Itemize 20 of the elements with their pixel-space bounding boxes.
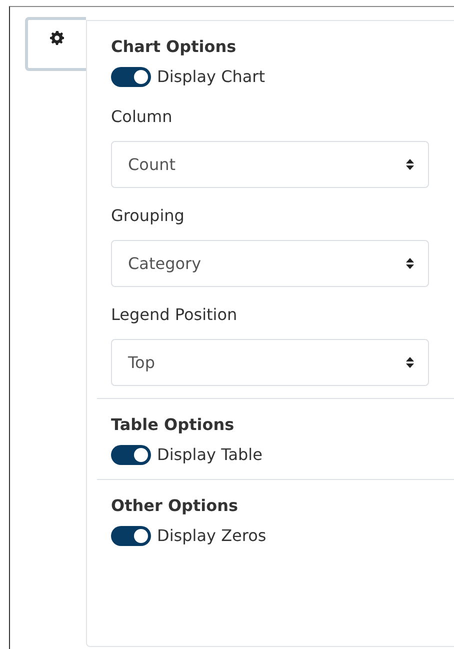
settings-button[interactable] [25,17,86,71]
settings-icon [49,30,65,46]
select-field[interactable]: Top [111,339,429,386]
field-label: Column [111,106,172,128]
sort-arrows-icon [406,258,414,269]
sort-arrows-icon [406,357,414,368]
toggle-label: Display Table [157,444,262,466]
select-field[interactable]: Category [111,240,429,287]
section-title: Chart Options [111,36,236,58]
toggle-label: Display Chart [157,66,266,88]
section-title: Other Options [111,495,238,517]
sort-arrows-icon [406,159,414,170]
field-label: Legend Position [111,304,238,326]
field-label: Grouping [111,205,184,227]
select-field[interactable]: Count [111,141,429,188]
toggle-switch[interactable] [111,526,151,546]
section-title: Table Options [111,414,234,436]
toggle-switch[interactable] [111,445,151,465]
toggle-label: Display Zeros [157,525,266,547]
toggle-switch[interactable] [111,67,151,87]
